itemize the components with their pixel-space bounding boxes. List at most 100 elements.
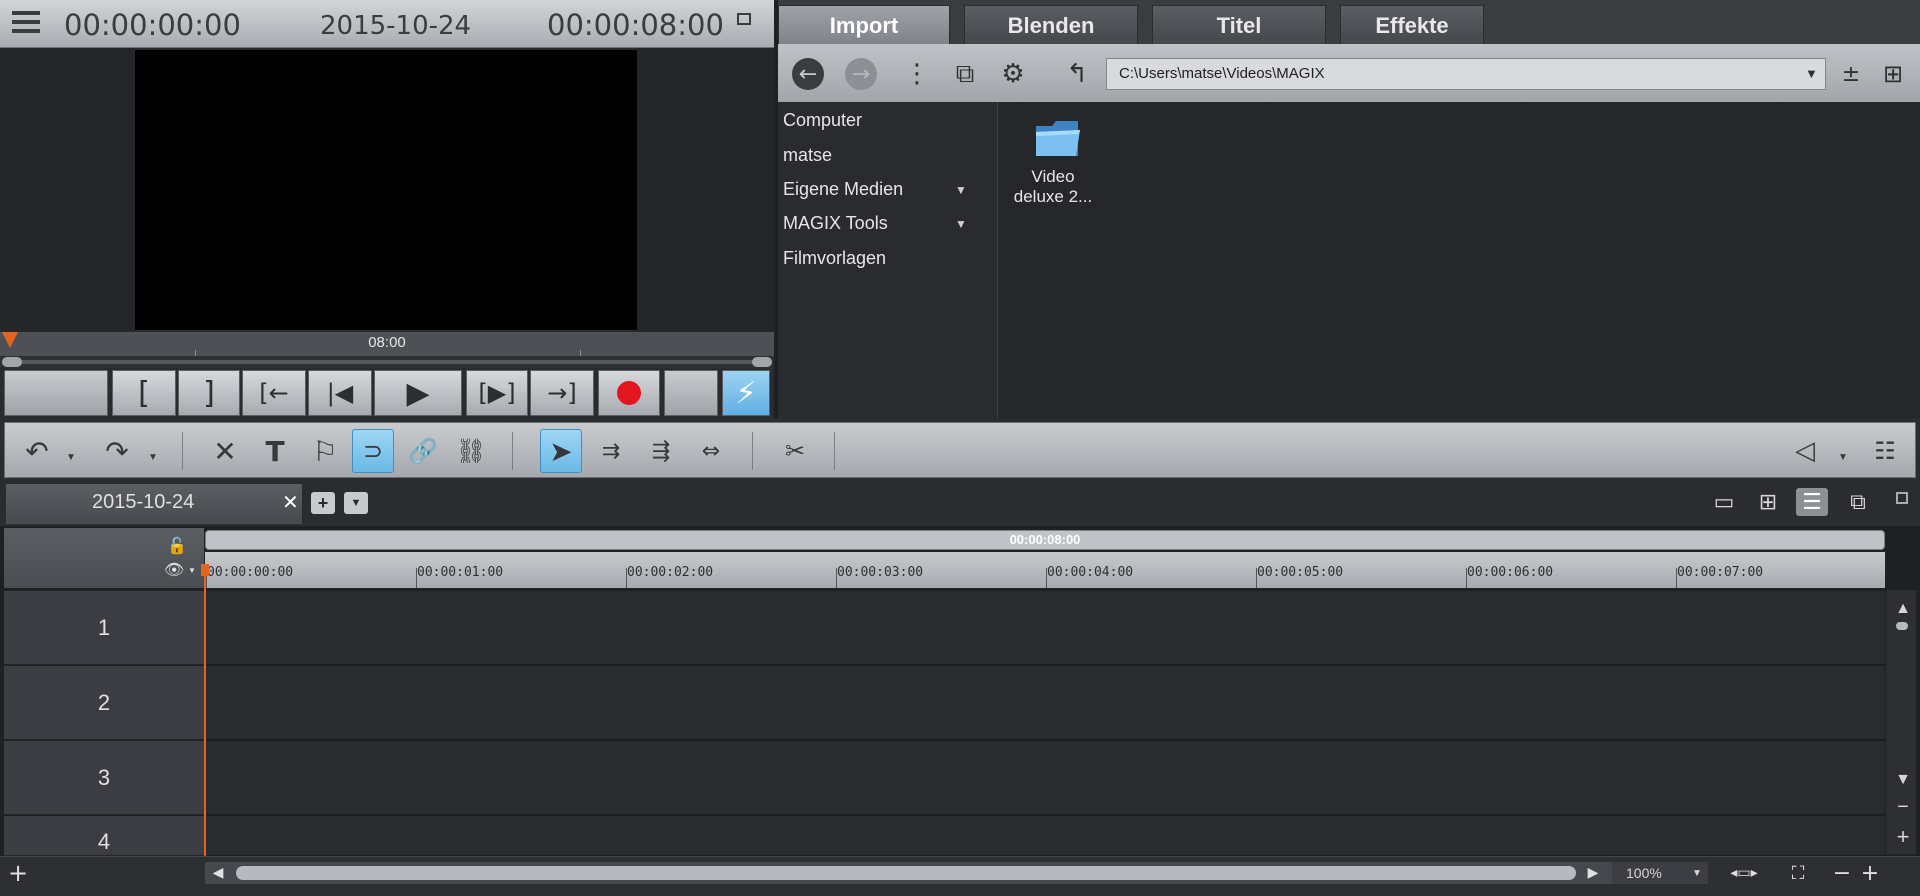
eye-icon[interactable]: 👁 [164, 560, 184, 580]
transport-blank-button[interactable] [4, 370, 108, 416]
record-icon [617, 381, 641, 405]
tree-item-computer[interactable]: Computer [783, 110, 862, 131]
mark-in-button[interactable]: [ [112, 370, 176, 416]
tree-item-filmvorlagen[interactable]: Filmvorlagen [783, 248, 886, 269]
preview-zoom-scroll[interactable] [0, 356, 774, 368]
chevron-down-icon[interactable]: ▼ [1805, 66, 1818, 81]
record-button[interactable] [598, 370, 660, 416]
scroll-knob-left[interactable] [2, 357, 22, 367]
unlink-icon[interactable]: ⛓ [450, 429, 492, 473]
path-field[interactable]: C:\Users\matse\Videos\MAGIX [1106, 58, 1826, 90]
play-button[interactable]: ▶ [374, 370, 462, 416]
close-icon[interactable]: ✕ [282, 490, 299, 515]
undo-icon[interactable]: ↶ [16, 429, 58, 473]
next-marker-button[interactable]: →] [530, 370, 594, 416]
ruler-label: 00:00:04:00 [1047, 565, 1134, 580]
scrub-handle[interactable] [2, 332, 18, 348]
chevron-down-icon[interactable]: ▼ [955, 217, 967, 231]
zoom-in-tracks-icon[interactable]: + [1892, 824, 1914, 849]
binoculars-icon[interactable]: ⧉ [948, 57, 982, 91]
toolbar-separator [512, 432, 513, 470]
chevron-down-icon[interactable]: ▼ [955, 183, 967, 197]
turbo-button[interactable]: ⚡ [722, 370, 770, 416]
multi-track-icon[interactable]: ⇶ [640, 429, 682, 473]
back-icon[interactable]: ← [791, 57, 825, 91]
tree-item-eigene-medien[interactable]: Eigene Medien [783, 179, 903, 200]
folder-label-line1: Video [1031, 167, 1075, 186]
folder-icon[interactable] [1034, 118, 1082, 158]
transport-blank-button[interactable] [664, 370, 718, 416]
eye-dropdown-icon[interactable]: ▼ [188, 566, 196, 575]
chevron-down-icon[interactable]: ▼ [1692, 868, 1702, 879]
tab-blenden[interactable]: Blenden [964, 5, 1138, 45]
track-lane-2[interactable] [205, 666, 1885, 740]
text-icon[interactable]: T [254, 429, 296, 473]
multicam-view-icon[interactable]: ⧉ [1842, 488, 1874, 516]
ruler-label: 00:00:00:00 [207, 565, 294, 580]
track-header-3[interactable]: 3 [4, 741, 204, 815]
maximize-icon[interactable] [737, 13, 751, 25]
volume-dropdown-icon[interactable]: ▼ [1838, 452, 1848, 463]
mixer-icon[interactable]: ☷ [1864, 429, 1906, 473]
link-icon[interactable]: 🔗 [402, 429, 444, 473]
scroll-up-icon[interactable]: ▲ [1892, 598, 1914, 620]
folder-tree-icon[interactable]: ⋮ [900, 57, 934, 91]
folder-label-line2: deluxe 2... [1013, 187, 1093, 206]
scroll-down-icon[interactable]: ▼ [1892, 769, 1914, 791]
zoom-out-tracks-icon[interactable]: − [1892, 796, 1914, 818]
timeline-view-icon[interactable]: ☰ [1796, 488, 1828, 516]
track-header-1[interactable]: 1 [4, 591, 204, 665]
fullscreen-icon[interactable]: ⛶ [1784, 860, 1812, 886]
track-lane-1[interactable] [205, 591, 1885, 665]
track-header-4[interactable]: 4 [4, 816, 204, 856]
grid-view-icon[interactable]: ⊞ [1876, 57, 1910, 91]
track-lane-3[interactable] [205, 741, 1885, 815]
range-mode-icon[interactable]: ⇉ [590, 429, 632, 473]
playhead-marker[interactable] [201, 564, 209, 576]
gear-icon[interactable]: ⚙ [996, 57, 1030, 91]
vertical-scroll-thumb[interactable] [1896, 622, 1908, 630]
tab-import[interactable]: Import [778, 5, 950, 45]
speaker-icon[interactable]: ◁ [1784, 429, 1826, 473]
maximize-icon[interactable] [1896, 492, 1908, 504]
zoom-in-icon[interactable]: + [1856, 860, 1884, 886]
tree-item-magix-tools[interactable]: MAGIX Tools [783, 213, 888, 234]
add-project-button[interactable]: + [311, 492, 335, 514]
marker-flag-icon[interactable]: ⚐ [304, 429, 346, 473]
up-folder-icon[interactable]: ↰ [1060, 57, 1094, 91]
magnet-icon[interactable]: ⊃ [352, 429, 394, 473]
mark-out-button[interactable]: ] [178, 370, 240, 416]
single-view-icon[interactable]: ▭ [1708, 488, 1740, 516]
playhead[interactable] [204, 566, 206, 856]
tab-titel[interactable]: Titel [1152, 5, 1326, 45]
track-lane-4[interactable] [205, 816, 1885, 856]
plus-minus-icon[interactable]: ± [1834, 57, 1868, 91]
folder-label[interactable]: Video deluxe 2... [1003, 167, 1103, 207]
track-header-2[interactable]: 2 [4, 666, 204, 740]
select-arrow-icon[interactable]: ➤ [540, 429, 582, 473]
unlock-icon[interactable]: 🔓 [167, 536, 187, 556]
zoom-out-icon[interactable]: − [1828, 860, 1856, 886]
project-dropdown-button[interactable]: ▼ [344, 492, 368, 514]
tab-effekte[interactable]: Effekte [1340, 5, 1484, 45]
forward-icon[interactable]: → [844, 57, 878, 91]
scroll-right-icon[interactable]: ▶ [1579, 860, 1607, 886]
tree-item-matse[interactable]: matse [783, 145, 832, 166]
scroll-left-icon[interactable]: ◀ [204, 860, 232, 886]
previous-button[interactable]: |◀ [308, 370, 372, 416]
scroll-knob-right[interactable] [752, 357, 772, 367]
menu-icon[interactable] [12, 11, 40, 35]
horizontal-scroll-thumb[interactable] [236, 866, 1576, 880]
zoom-fit-width-icon[interactable]: ◂▭▸ [1724, 860, 1764, 886]
delete-icon[interactable]: ✕ [204, 429, 246, 473]
add-track-icon[interactable]: + [4, 859, 32, 887]
scrub-time-label: 08:00 [368, 334, 406, 351]
redo-dropdown-icon[interactable]: ▼ [148, 452, 158, 463]
storyboard-view-icon[interactable]: ⊞ [1752, 488, 1784, 516]
previous-marker-button[interactable]: [← [242, 370, 306, 416]
redo-icon[interactable]: ↷ [96, 429, 138, 473]
razor-icon[interactable]: ✂ [774, 429, 816, 473]
next-button[interactable]: [▶] [466, 370, 528, 416]
undo-dropdown-icon[interactable]: ▼ [66, 452, 76, 463]
stretch-icon[interactable]: ⇔ [690, 429, 732, 473]
